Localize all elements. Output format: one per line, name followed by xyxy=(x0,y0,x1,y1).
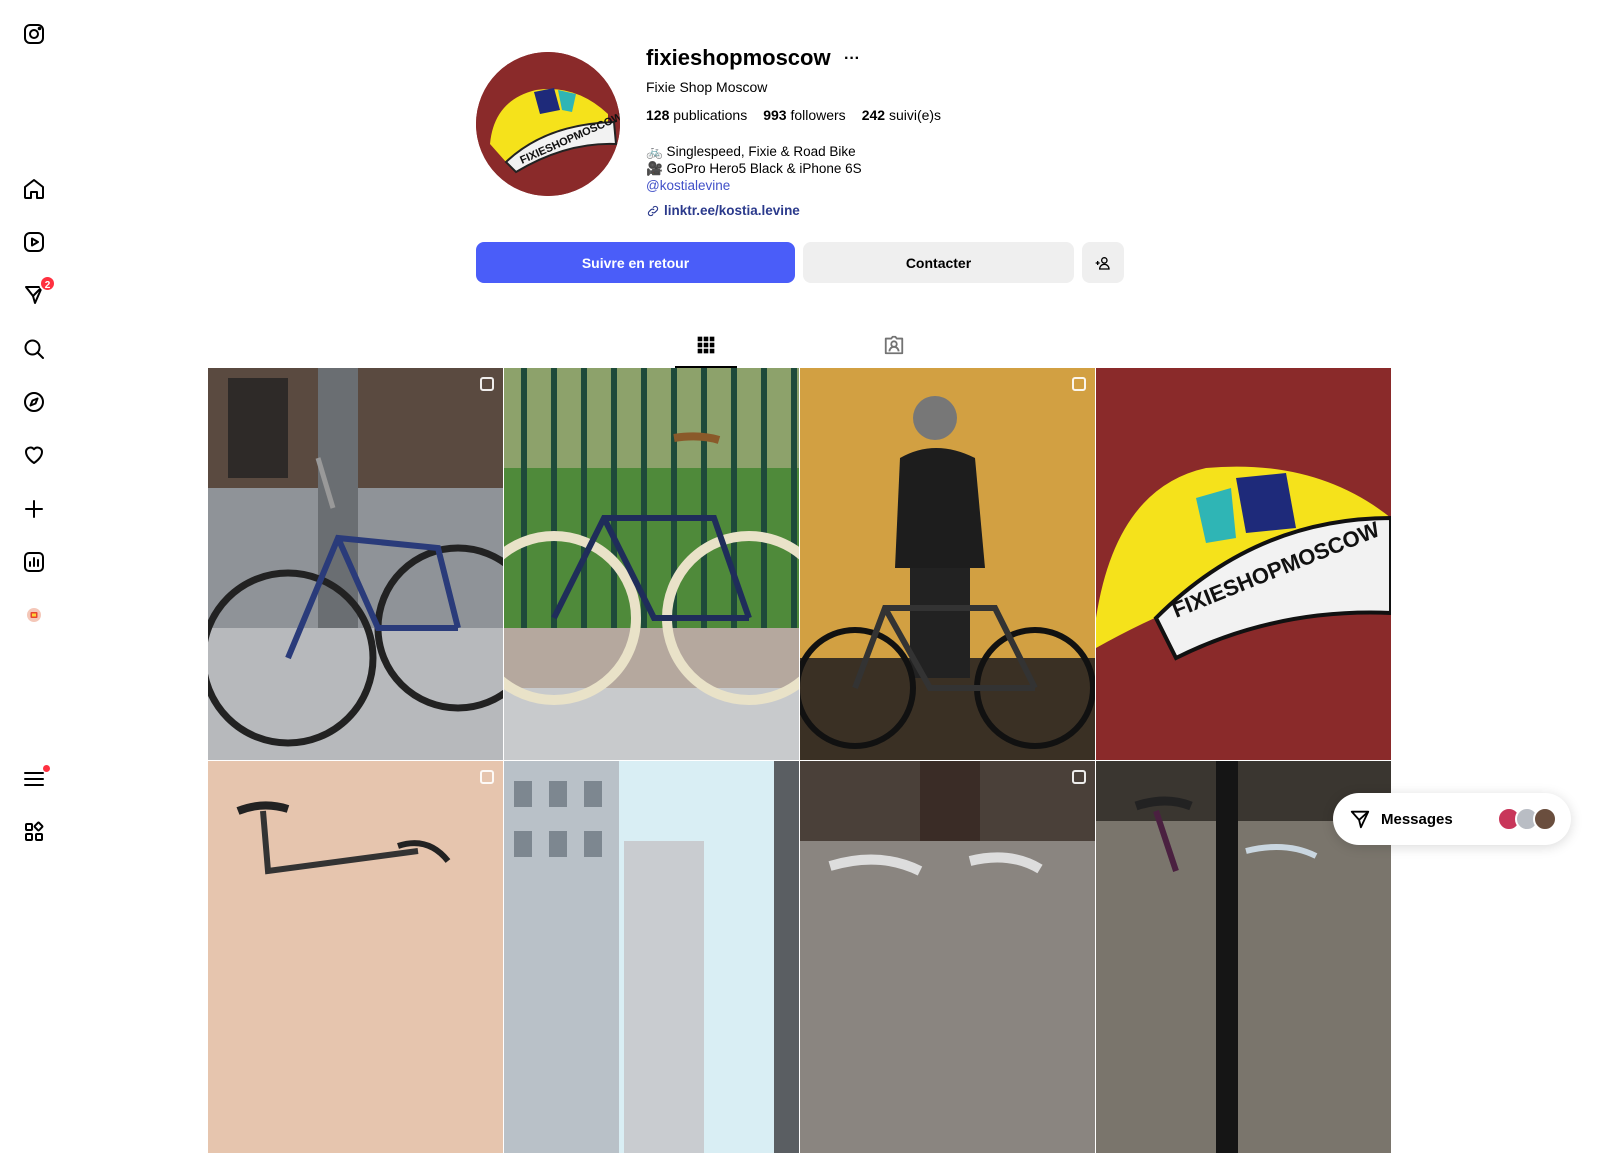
messages-label: Messages xyxy=(1381,810,1453,828)
bio-line: 🚲 Singlespeed, Fixie & Road Bike xyxy=(646,144,856,159)
post-thumbnail[interactable] xyxy=(208,761,503,1153)
instagram-logo-icon[interactable] xyxy=(20,20,48,48)
profile-stats: 128 publications 993 followers 242 suivi… xyxy=(646,107,941,123)
profile-username: fixieshopmoscow xyxy=(646,45,831,70)
profile-bio: 🚲 Singlespeed, Fixie & Road Bike 🎥 GoPro… xyxy=(646,143,862,194)
add-user-icon xyxy=(1095,256,1110,270)
avatar xyxy=(1533,807,1557,831)
search-icon[interactable] xyxy=(20,335,48,363)
link-icon xyxy=(647,205,659,216)
messages-icon[interactable]: 2 xyxy=(20,275,56,309)
post-thumbnail[interactable] xyxy=(504,368,799,760)
post-thumbnail[interactable] xyxy=(800,761,1095,1153)
grid-icon xyxy=(697,336,715,354)
multiple-photos-icon xyxy=(480,770,494,784)
menu-notification-dot xyxy=(43,765,50,772)
explore-icon[interactable] xyxy=(20,388,48,416)
post-thumbnail[interactable] xyxy=(800,368,1095,760)
dashboard-icon[interactable] xyxy=(20,548,48,576)
profile-full-name: Fixie Shop Moscow xyxy=(646,79,768,95)
multiple-photos-icon xyxy=(1072,377,1086,391)
post-thumbnail[interactable] xyxy=(208,368,503,760)
post-thumbnail[interactable]: FIXIESHOPMOSCOW xyxy=(1096,368,1391,760)
messages-avatar-stack xyxy=(1497,807,1557,831)
more-apps-icon[interactable] xyxy=(20,818,48,846)
posts-stat: 128 publications xyxy=(646,107,748,123)
multiple-photos-icon xyxy=(480,377,494,391)
sidebar: 2 xyxy=(0,0,68,876)
create-plus-icon[interactable] xyxy=(20,495,48,523)
suggest-users-button[interactable] xyxy=(1082,242,1124,283)
post-thumbnail[interactable] xyxy=(504,761,799,1153)
profile-avatar[interactable]: FIXIESHOPMOSCOW xyxy=(476,52,620,196)
multiple-photos-icon xyxy=(1072,770,1086,784)
tab-tagged[interactable] xyxy=(881,332,907,358)
contact-button[interactable]: Contacter xyxy=(803,242,1074,283)
bio-mention-link[interactable]: @kostialevine xyxy=(646,177,862,194)
profile-avatar-icon[interactable] xyxy=(20,601,48,629)
bio-line: 🎥 GoPro Hero5 Black & iPhone 6S xyxy=(646,161,862,176)
bio-external-link[interactable]: linktr.ee/kostia.levine xyxy=(646,203,800,218)
messages-badge: 2 xyxy=(39,275,56,292)
messages-drawer-button[interactable]: Messages xyxy=(1333,793,1571,845)
follow-back-button[interactable]: Suivre en retour xyxy=(476,242,795,283)
followers-stat[interactable]: 993 followers xyxy=(763,107,846,123)
following-stat[interactable]: 242 suivi(e)s xyxy=(862,107,941,123)
reels-icon[interactable] xyxy=(20,228,48,256)
home-icon[interactable] xyxy=(20,175,48,203)
tagged-icon xyxy=(884,335,904,355)
messages-send-icon xyxy=(1350,810,1370,829)
more-options-button[interactable]: ··· xyxy=(844,50,860,68)
menu-icon[interactable] xyxy=(20,765,50,793)
notifications-heart-icon[interactable] xyxy=(20,441,48,469)
tab-posts[interactable] xyxy=(693,332,719,358)
